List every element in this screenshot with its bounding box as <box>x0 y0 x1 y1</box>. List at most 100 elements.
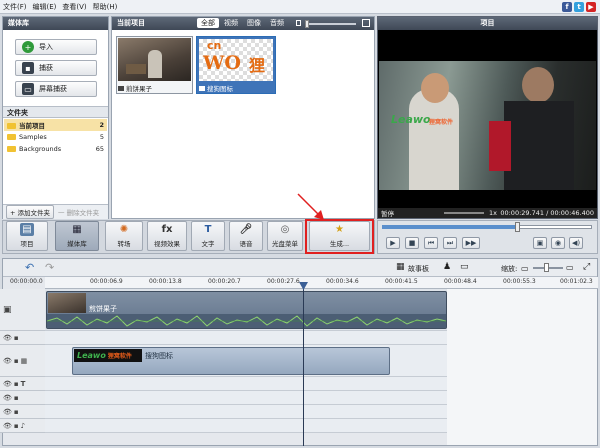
video-frame: Leawo 狸窝软件 <box>379 61 596 190</box>
folder-item-backgrounds[interactable]: Backgrounds 65 <box>4 143 107 155</box>
folder-count: 2 <box>99 121 104 129</box>
overlay-clip[interactable]: Leawo 狸窝软件 搜狗图标 <box>72 347 390 375</box>
skip-end-button[interactable]: ▶▶ <box>462 237 480 249</box>
folder-item-samples[interactable]: Samples 5 <box>4 131 107 143</box>
image-thumbnail: cn WO 狸 <box>199 39 273 81</box>
track-head: 👁︎ ▪ <box>0 391 45 405</box>
fit-icon[interactable]: ⤢ <box>583 262 590 272</box>
screen-icon[interactable]: ▣ <box>533 237 547 249</box>
thumb-small-icon[interactable] <box>296 20 301 26</box>
toolbar-label: 文字 <box>201 240 215 248</box>
overlay-logo-cn: 狸窝软件 <box>107 353 132 360</box>
toolbar-disc-menu-button[interactable]: ◎ 光盘菜单 <box>267 221 303 251</box>
storyboard-button[interactable]: 故事板 <box>408 264 429 274</box>
media-icon: ▦ <box>72 224 82 235</box>
folder-icon <box>7 123 16 129</box>
toolbar-produce-button[interactable]: ★ 生成... <box>309 221 370 251</box>
thumb-large-icon[interactable] <box>362 19 370 27</box>
monitor-icon: ▭ <box>22 83 34 95</box>
menu-edit[interactable]: 编辑(E) <box>33 2 57 12</box>
preview-watermark-cn: 狸窝软件 <box>429 119 454 126</box>
seek-handle[interactable] <box>515 222 520 232</box>
toolbar-label: 生成... <box>329 240 350 248</box>
media-thumb-video[interactable]: 煎饼果子 <box>116 36 193 94</box>
eye-icon[interactable]: 👁︎ <box>3 422 12 430</box>
logo-text: 狸 <box>249 56 266 75</box>
eye-icon[interactable]: 👁︎ <box>3 408 12 416</box>
redo-icon[interactable]: ↷ <box>45 261 54 274</box>
delete-folder-button[interactable]: 一 删除文件夹 <box>58 207 99 217</box>
track-row <box>45 419 447 433</box>
folder-name: Samples <box>19 133 47 141</box>
capture-button[interactable]: ▪ 捕获 <box>15 60 97 76</box>
annotation-arrow <box>297 193 324 220</box>
screen-capture-label: 屏幕捕获 <box>39 85 67 93</box>
next-frame-button[interactable]: ⏭ <box>443 237 457 249</box>
screen-capture-button[interactable]: ▭ 屏幕捕获 <box>15 81 97 97</box>
speed-value: 1x <box>489 209 497 217</box>
lock-icon[interactable]: ▪ <box>14 422 19 430</box>
filter-all-tab[interactable]: 全部 <box>197 18 219 28</box>
menu-bar: 文件(F) 编辑(E) 查看(V) 帮助(H) <box>0 0 600 14</box>
folder-list: 当前项目 2 Samples 5 Backgrounds 65 <box>4 119 107 155</box>
text-icon: T <box>204 224 212 235</box>
thumb-size-slider[interactable] <box>306 23 356 25</box>
twitter-icon[interactable]: t <box>574 2 584 12</box>
lock-icon[interactable]: ▪ <box>14 394 19 402</box>
volume-icon[interactable]: ◀) <box>569 237 583 249</box>
lock-icon[interactable]: ▪ <box>14 380 19 388</box>
preview-status-bar: 暂停 1x 00:00:29.741 / 00:00:46.400 <box>378 208 597 218</box>
lock-icon[interactable]: ▪ <box>14 408 19 416</box>
play-button[interactable]: ▶ <box>386 237 400 249</box>
toolbar-media-button[interactable]: ▦ 媒体库 <box>55 221 99 251</box>
toolbar-project-button[interactable]: ▤ 项目 <box>6 221 48 251</box>
folder-item-current[interactable]: 当前项目 2 <box>4 119 107 131</box>
track-head: 👁︎ ▪ <box>0 331 45 345</box>
zoom-in-icon[interactable]: ▭ <box>566 263 574 272</box>
menu-help[interactable]: 帮助(H) <box>93 2 118 12</box>
toolbar-effects-button[interactable]: fx 视频效果 <box>147 221 187 251</box>
display-icon[interactable]: ▭ <box>460 262 469 272</box>
user-icon[interactable]: ♟ <box>443 262 451 272</box>
toolbar-transition-button[interactable]: ✺ 转场 <box>105 221 143 251</box>
toolbar-label: 语音 <box>239 240 253 248</box>
eye-icon[interactable]: 👁︎ <box>3 334 12 342</box>
undo-icon[interactable]: ↶ <box>25 261 34 274</box>
zoom-handle[interactable] <box>544 263 549 272</box>
filter-audio-tab[interactable]: 音频 <box>270 17 284 30</box>
effects-icon: fx <box>161 224 173 235</box>
youtube-icon[interactable]: ▶ <box>586 2 596 12</box>
stop-button[interactable]: ■ <box>405 237 419 249</box>
eye-icon[interactable]: 👁︎ <box>3 380 12 388</box>
eye-icon[interactable]: 👁︎ <box>3 394 12 402</box>
prev-frame-button[interactable]: ⏮ <box>424 237 438 249</box>
video-track-head: ▣ <box>0 289 45 331</box>
menu-file[interactable]: 文件(F) <box>3 2 27 12</box>
logo-text: WO <box>203 52 241 74</box>
eye-icon[interactable]: 👁︎ <box>3 357 12 365</box>
add-folder-button[interactable]: + 添加文件夹 <box>6 205 55 219</box>
facebook-icon[interactable]: f <box>562 2 572 12</box>
zoom-label: 缩放: <box>501 265 518 273</box>
clip-label: 搜狗图标 <box>145 352 173 360</box>
snapshot-icon[interactable]: ◉ <box>551 237 565 249</box>
import-button[interactable]: + 导入 <box>15 39 97 55</box>
project-header: 当前项目 全部 视频 图像 音频 <box>112 17 374 30</box>
video-clip[interactable]: 煎饼果子 <box>46 291 447 329</box>
filter-image-tab[interactable]: 图像 <box>247 17 261 30</box>
thumb-size-handle[interactable] <box>305 20 309 28</box>
toolbar-voice-button[interactable]: 🎤︎ 语音 <box>229 221 263 251</box>
toolbar-label: 光盘菜单 <box>272 240 298 248</box>
storyboard-icon[interactable]: ▦ <box>396 262 405 272</box>
menu-view[interactable]: 查看(V) <box>62 2 86 12</box>
lock-icon[interactable]: ▪ <box>14 334 19 342</box>
lock-icon[interactable]: ▪ <box>14 357 19 365</box>
zoom-out-icon[interactable]: ▭ <box>521 264 529 273</box>
speed-slider[interactable] <box>444 212 484 214</box>
ruler-tick: 00:00:13.8 <box>149 278 182 285</box>
toolbar-label: 转场 <box>117 240 131 248</box>
toolbar-text-button[interactable]: T 文字 <box>191 221 225 251</box>
media-thumb-image[interactable]: cn WO 狸 搜狗图标 <box>196 36 276 94</box>
filter-video-tab[interactable]: 视频 <box>224 17 238 30</box>
transition-icon: ✺ <box>119 224 129 235</box>
